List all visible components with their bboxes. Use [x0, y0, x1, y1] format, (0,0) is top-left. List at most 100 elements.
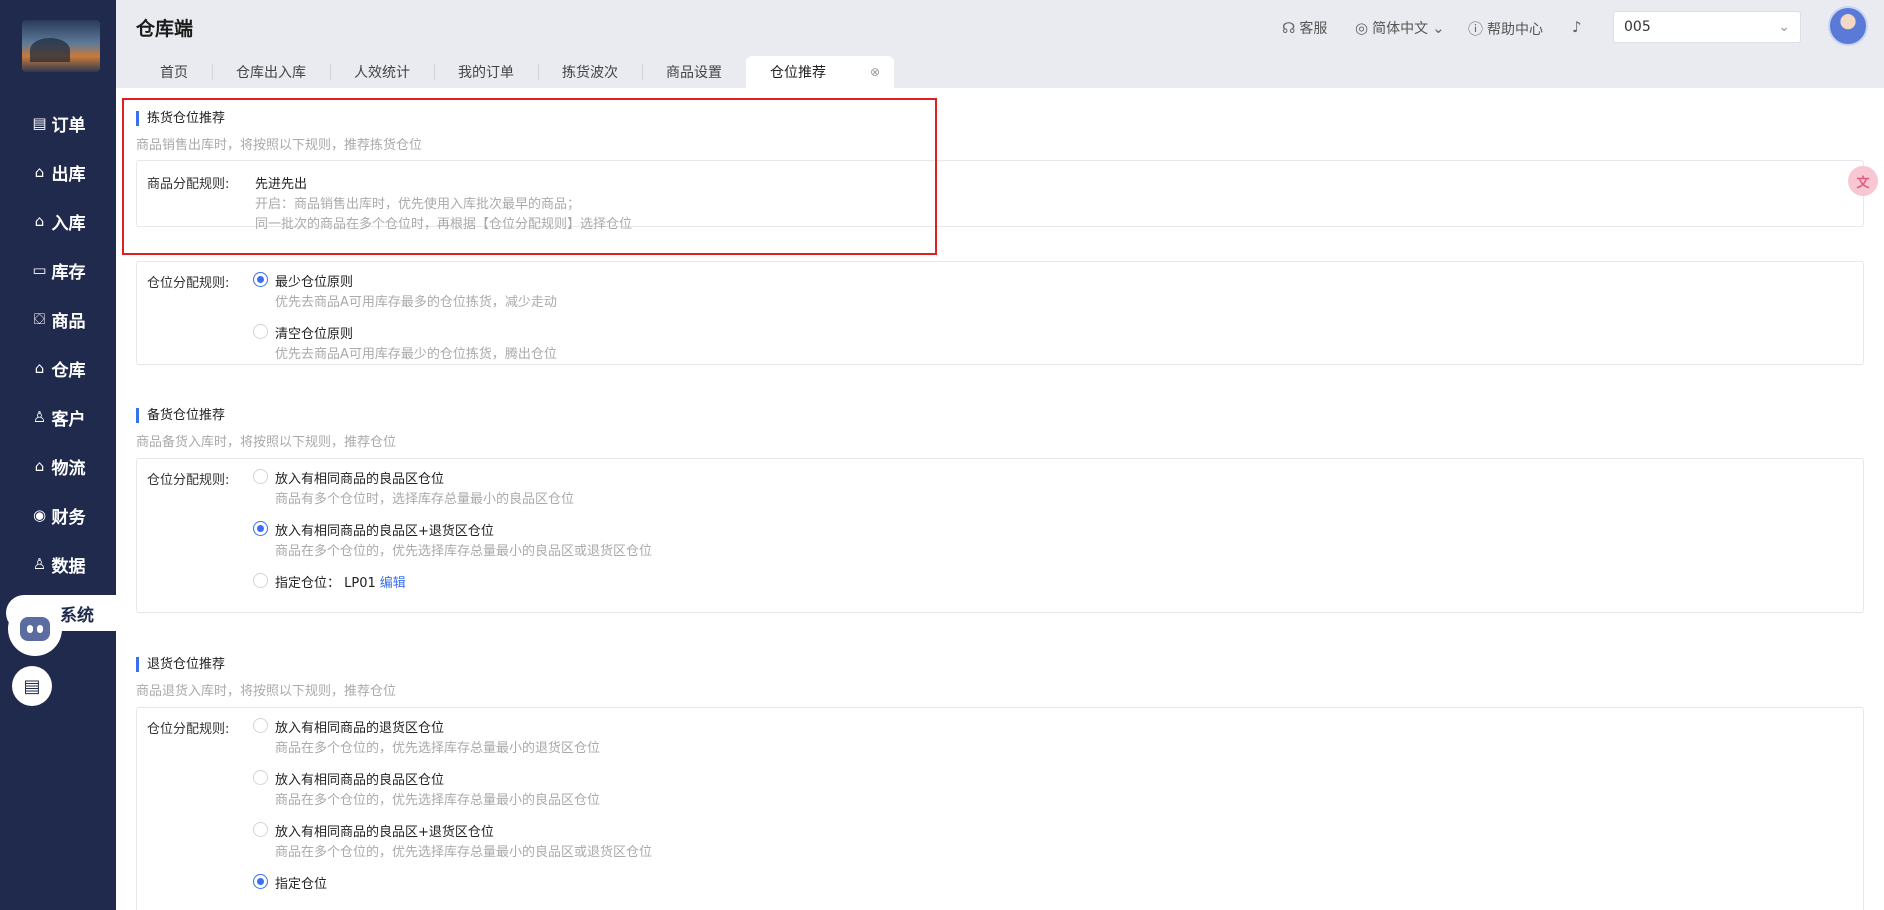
- edit-link[interactable]: 编辑: [380, 576, 406, 591]
- store-select[interactable]: 005 ⌄: [1613, 11, 1801, 43]
- sidebar-item-label: 库存: [51, 262, 86, 283]
- customer-service-label: 客服: [1299, 21, 1328, 37]
- radio-return-zone[interactable]: [253, 718, 268, 733]
- sidebar-item-outbound[interactable]: ⌂ 出库: [0, 154, 116, 190]
- help-center-link[interactable]: ⓘ 帮助中心: [1468, 18, 1543, 39]
- bag-icon: ⛋: [33, 310, 46, 328]
- tab-label: 拣货波次: [562, 65, 618, 81]
- returns-location-rule-card: 仓位分配规则: 放入有相同商品的退货区仓位 商品在多个仓位的，优先选择库存总量最…: [136, 707, 1864, 910]
- returns-section-title: 退货仓位推荐: [136, 657, 225, 672]
- customer-service-link[interactable]: ☊ 客服: [1282, 18, 1327, 38]
- bell-icon: ♪: [1572, 18, 1582, 36]
- radio-specified-location[interactable]: [253, 573, 268, 588]
- finance-icon: ◉: [32, 506, 47, 524]
- tab-warehouse-inout[interactable]: 仓库出入库: [212, 56, 330, 88]
- annotation-highlight-box: [122, 98, 937, 255]
- option-desc: 优先去商品A可用库存最少的仓位拣货，腾出仓位: [275, 347, 557, 362]
- user-icon: ♙: [32, 408, 47, 426]
- location-rule-label: 仓位分配规则:: [147, 276, 230, 291]
- chevron-down-icon: ⌄: [1778, 19, 1790, 35]
- option-title: 指定仓位: [275, 877, 328, 892]
- option-title: 放入有相同商品的良品区仓位: [275, 472, 445, 487]
- sidebar-item-warehouse[interactable]: ⌂ 仓库: [0, 350, 116, 386]
- radio-good-return-zone[interactable]: [253, 822, 268, 837]
- location-rule-label: 仓位分配规则:: [147, 473, 230, 488]
- specified-location-option: 指定仓位： LP01 编辑: [275, 572, 406, 591]
- store-select-value: 005: [1624, 19, 1651, 35]
- tab-label: 仓位推荐: [770, 65, 826, 81]
- sidebar-item-data[interactable]: ♙ 数据: [0, 546, 116, 582]
- radio-clear-locations[interactable]: [253, 324, 268, 339]
- sidebar-item-label: 入库: [51, 213, 86, 234]
- option-title: 清空仓位原则: [275, 327, 354, 342]
- logistics-icon: ⌂: [34, 457, 45, 475]
- tab-product-settings[interactable]: 商品设置: [642, 56, 746, 88]
- sidebar-item-label: 出库: [51, 164, 86, 185]
- help-icon: ⓘ: [1468, 20, 1484, 38]
- app-logo: [22, 20, 100, 72]
- radio-good-zone[interactable]: [253, 469, 268, 484]
- globe-icon: ◎: [1355, 19, 1369, 37]
- tab-label: 仓库出入库: [236, 65, 306, 81]
- option-title: 放入有相同商品的退货区仓位: [275, 721, 445, 736]
- radio-least-locations[interactable]: [253, 272, 268, 287]
- sidebar-item-label: 系统: [60, 605, 94, 626]
- avatar[interactable]: [1828, 6, 1868, 46]
- data-icon: ♙: [32, 555, 47, 573]
- close-icon[interactable]: ⊗: [870, 65, 880, 79]
- option-title: 指定仓位： LP01: [275, 576, 376, 591]
- tab-location-recommend[interactable]: 仓位推荐 ⊗: [746, 56, 895, 88]
- app-title: 仓库端: [136, 18, 194, 40]
- page-tabs: 首页 仓库出入库 人效统计 我的订单 拣货波次 商品设置 仓位推荐 ⊗: [136, 56, 895, 88]
- tab-label: 商品设置: [666, 65, 722, 81]
- option-title: 放入有相同商品的良品区+退货区仓位: [275, 524, 494, 539]
- help-center-label: 帮助中心: [1487, 21, 1544, 38]
- option-desc: 商品有多个仓位时，选择库存总量最小的良品区仓位: [275, 492, 575, 507]
- sidebar-item-label: 数据: [51, 556, 86, 577]
- radio-good-zone[interactable]: [253, 770, 268, 785]
- stocking-location-rule-card: 仓位分配规则: 放入有相同商品的良品区仓位 商品有多个仓位时，选择库存总量最小的…: [136, 458, 1864, 613]
- notification-button[interactable]: ♪: [1572, 18, 1582, 36]
- sidebar-item-orders[interactable]: ▤ 订单: [0, 105, 116, 141]
- sidebar-item-label: 订单: [51, 115, 86, 136]
- language-selector[interactable]: ◎ 简体中文 ⌄: [1355, 18, 1445, 38]
- translate-icon: 文: [1856, 175, 1870, 191]
- document-icon: ▤: [23, 675, 41, 697]
- chevron-down-icon: ⌄: [1432, 19, 1445, 37]
- translate-float-button[interactable]: 文: [1848, 166, 1878, 196]
- radio-good-return-zone[interactable]: [253, 521, 268, 536]
- headset-icon: ☊: [1282, 19, 1296, 37]
- option-desc: 商品在多个仓位的，优先选择库存总量最小的退货区仓位: [275, 741, 601, 756]
- notes-button[interactable]: ▤: [12, 666, 52, 706]
- tab-label: 我的订单: [458, 65, 514, 81]
- tab-label: 首页: [160, 65, 188, 81]
- outbound-icon: ⌂: [34, 163, 45, 181]
- option-desc: 商品在多个仓位的，优先选择库存总量最小的良品区或退货区仓位: [275, 845, 653, 860]
- sidebar-item-inbound[interactable]: ⌂ 入库: [0, 203, 116, 239]
- tab-my-orders[interactable]: 我的订单: [434, 56, 538, 88]
- radio-specified-location[interactable]: [253, 874, 268, 889]
- sidebar-item-products[interactable]: ⛋ 商品: [0, 301, 116, 337]
- tab-picking-wave[interactable]: 拣货波次: [538, 56, 642, 88]
- sidebar-item-label: 仓库: [51, 360, 86, 381]
- sidebar-item-label: 财务: [51, 507, 86, 528]
- tab-efficiency[interactable]: 人效统计: [330, 56, 434, 88]
- option-desc: 优先去商品A可用库存最多的仓位拣货，减少走动: [275, 295, 557, 310]
- picking-location-rule-card: 仓位分配规则: 最少仓位原则 优先去商品A可用库存最多的仓位拣货，减少走动 清空…: [136, 261, 1864, 365]
- tab-home[interactable]: 首页: [136, 56, 212, 88]
- sidebar-item-logistics[interactable]: ⌂ 物流: [0, 448, 116, 484]
- stocking-section-desc: 商品备货入库时，将按照以下规则，推荐仓位: [136, 435, 397, 450]
- sidebar-item-inventory[interactable]: ▭ 库存: [0, 252, 116, 288]
- sidebar-item-finance[interactable]: ◉ 财务: [0, 497, 116, 533]
- robot-icon: [20, 617, 50, 641]
- option-desc: 商品在多个仓位的，优先选择库存总量最小的良品区或退货区仓位: [275, 544, 653, 559]
- sidebar: ▤ 订单 ⌂ 出库 ⌂ 入库 ▭ 库存 ⛋ 商品 ⌂ 仓库 ♙ 客户 ⌂ 物流 …: [0, 0, 116, 910]
- tab-label: 人效统计: [354, 65, 410, 81]
- sidebar-item-label: 商品: [51, 311, 86, 332]
- sidebar-item-customers[interactable]: ♙ 客户: [0, 399, 116, 435]
- option-title: 最少仓位原则: [275, 275, 354, 290]
- assistant-robot-button[interactable]: [8, 602, 62, 656]
- returns-section-desc: 商品退货入库时，将按照以下规则，推荐仓位: [136, 684, 397, 699]
- order-icon: ▤: [32, 114, 47, 132]
- inventory-icon: ▭: [32, 261, 47, 279]
